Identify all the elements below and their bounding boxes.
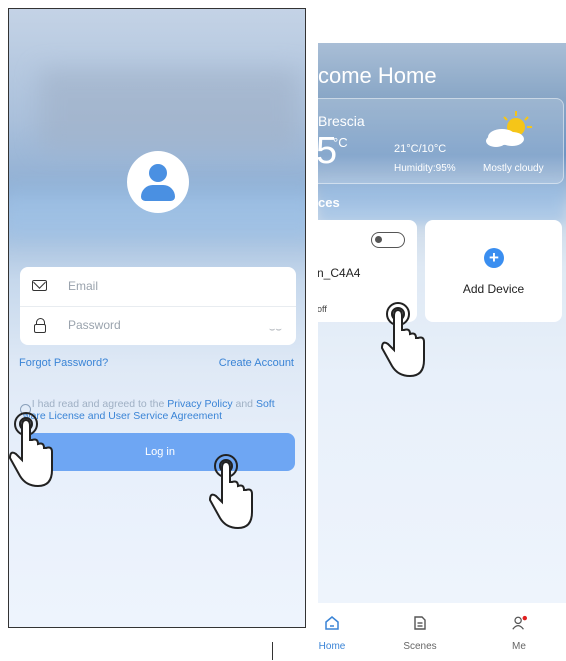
agreement-text: I had read and agreed to the Privacy Pol… [23, 398, 275, 422]
background-image [39, 69, 299, 149]
add-device-card[interactable]: + Add Device [425, 220, 562, 322]
tap-hand-icon [8, 412, 53, 488]
tap-hand-icon [208, 454, 253, 530]
forgot-password-link[interactable]: Forgot Password? [19, 357, 108, 369]
user-icon [512, 615, 527, 630]
device-status: off [318, 304, 327, 314]
login-form: Email Password ⌣⌣ [20, 267, 296, 345]
weather-unit: °C [333, 135, 348, 150]
create-account-link[interactable]: Create Account [219, 357, 294, 369]
add-device-label: Add Device [462, 282, 525, 296]
home-screen: come Home Brescia 5 °C 21°C/10°C Humidit… [318, 43, 566, 661]
partly-cloudy-sun-icon [486, 111, 532, 147]
tab-bar: Home Scenes Me [318, 603, 566, 661]
device-toggle[interactable] [371, 232, 405, 248]
home-icon [325, 616, 339, 630]
weather-humidity: Humidity:95% [394, 163, 456, 174]
email-field[interactable]: Email [20, 267, 296, 307]
password-field[interactable]: Password ⌣⌣ [20, 306, 296, 345]
devices-heading: ces [318, 195, 340, 210]
eye-closed-icon[interactable]: ⌣⌣ [269, 324, 282, 335]
weather-range: 21°C/10°C [394, 143, 447, 155]
notification-badge [522, 615, 527, 621]
tap-hand-icon [380, 302, 425, 378]
welcome-title: come Home [318, 63, 437, 88]
password-placeholder: Password [68, 318, 121, 332]
envelope-icon [32, 280, 47, 291]
weather-condition: Mostly cloudy [483, 163, 544, 174]
device-name: n_C4A4 [318, 266, 361, 280]
email-placeholder: Email [68, 279, 99, 293]
weather-city: Brescia [318, 113, 365, 129]
user-icon [149, 164, 167, 182]
privacy-policy-link[interactable]: Privacy Policy [167, 398, 232, 410]
plus-icon: + [484, 248, 504, 268]
scenes-icon [414, 616, 426, 630]
avatar [127, 151, 189, 213]
text-cursor [272, 642, 273, 660]
login-screen: Email Password ⌣⌣ Forgot Password? Creat… [8, 8, 306, 628]
lock-icon [34, 318, 46, 333]
